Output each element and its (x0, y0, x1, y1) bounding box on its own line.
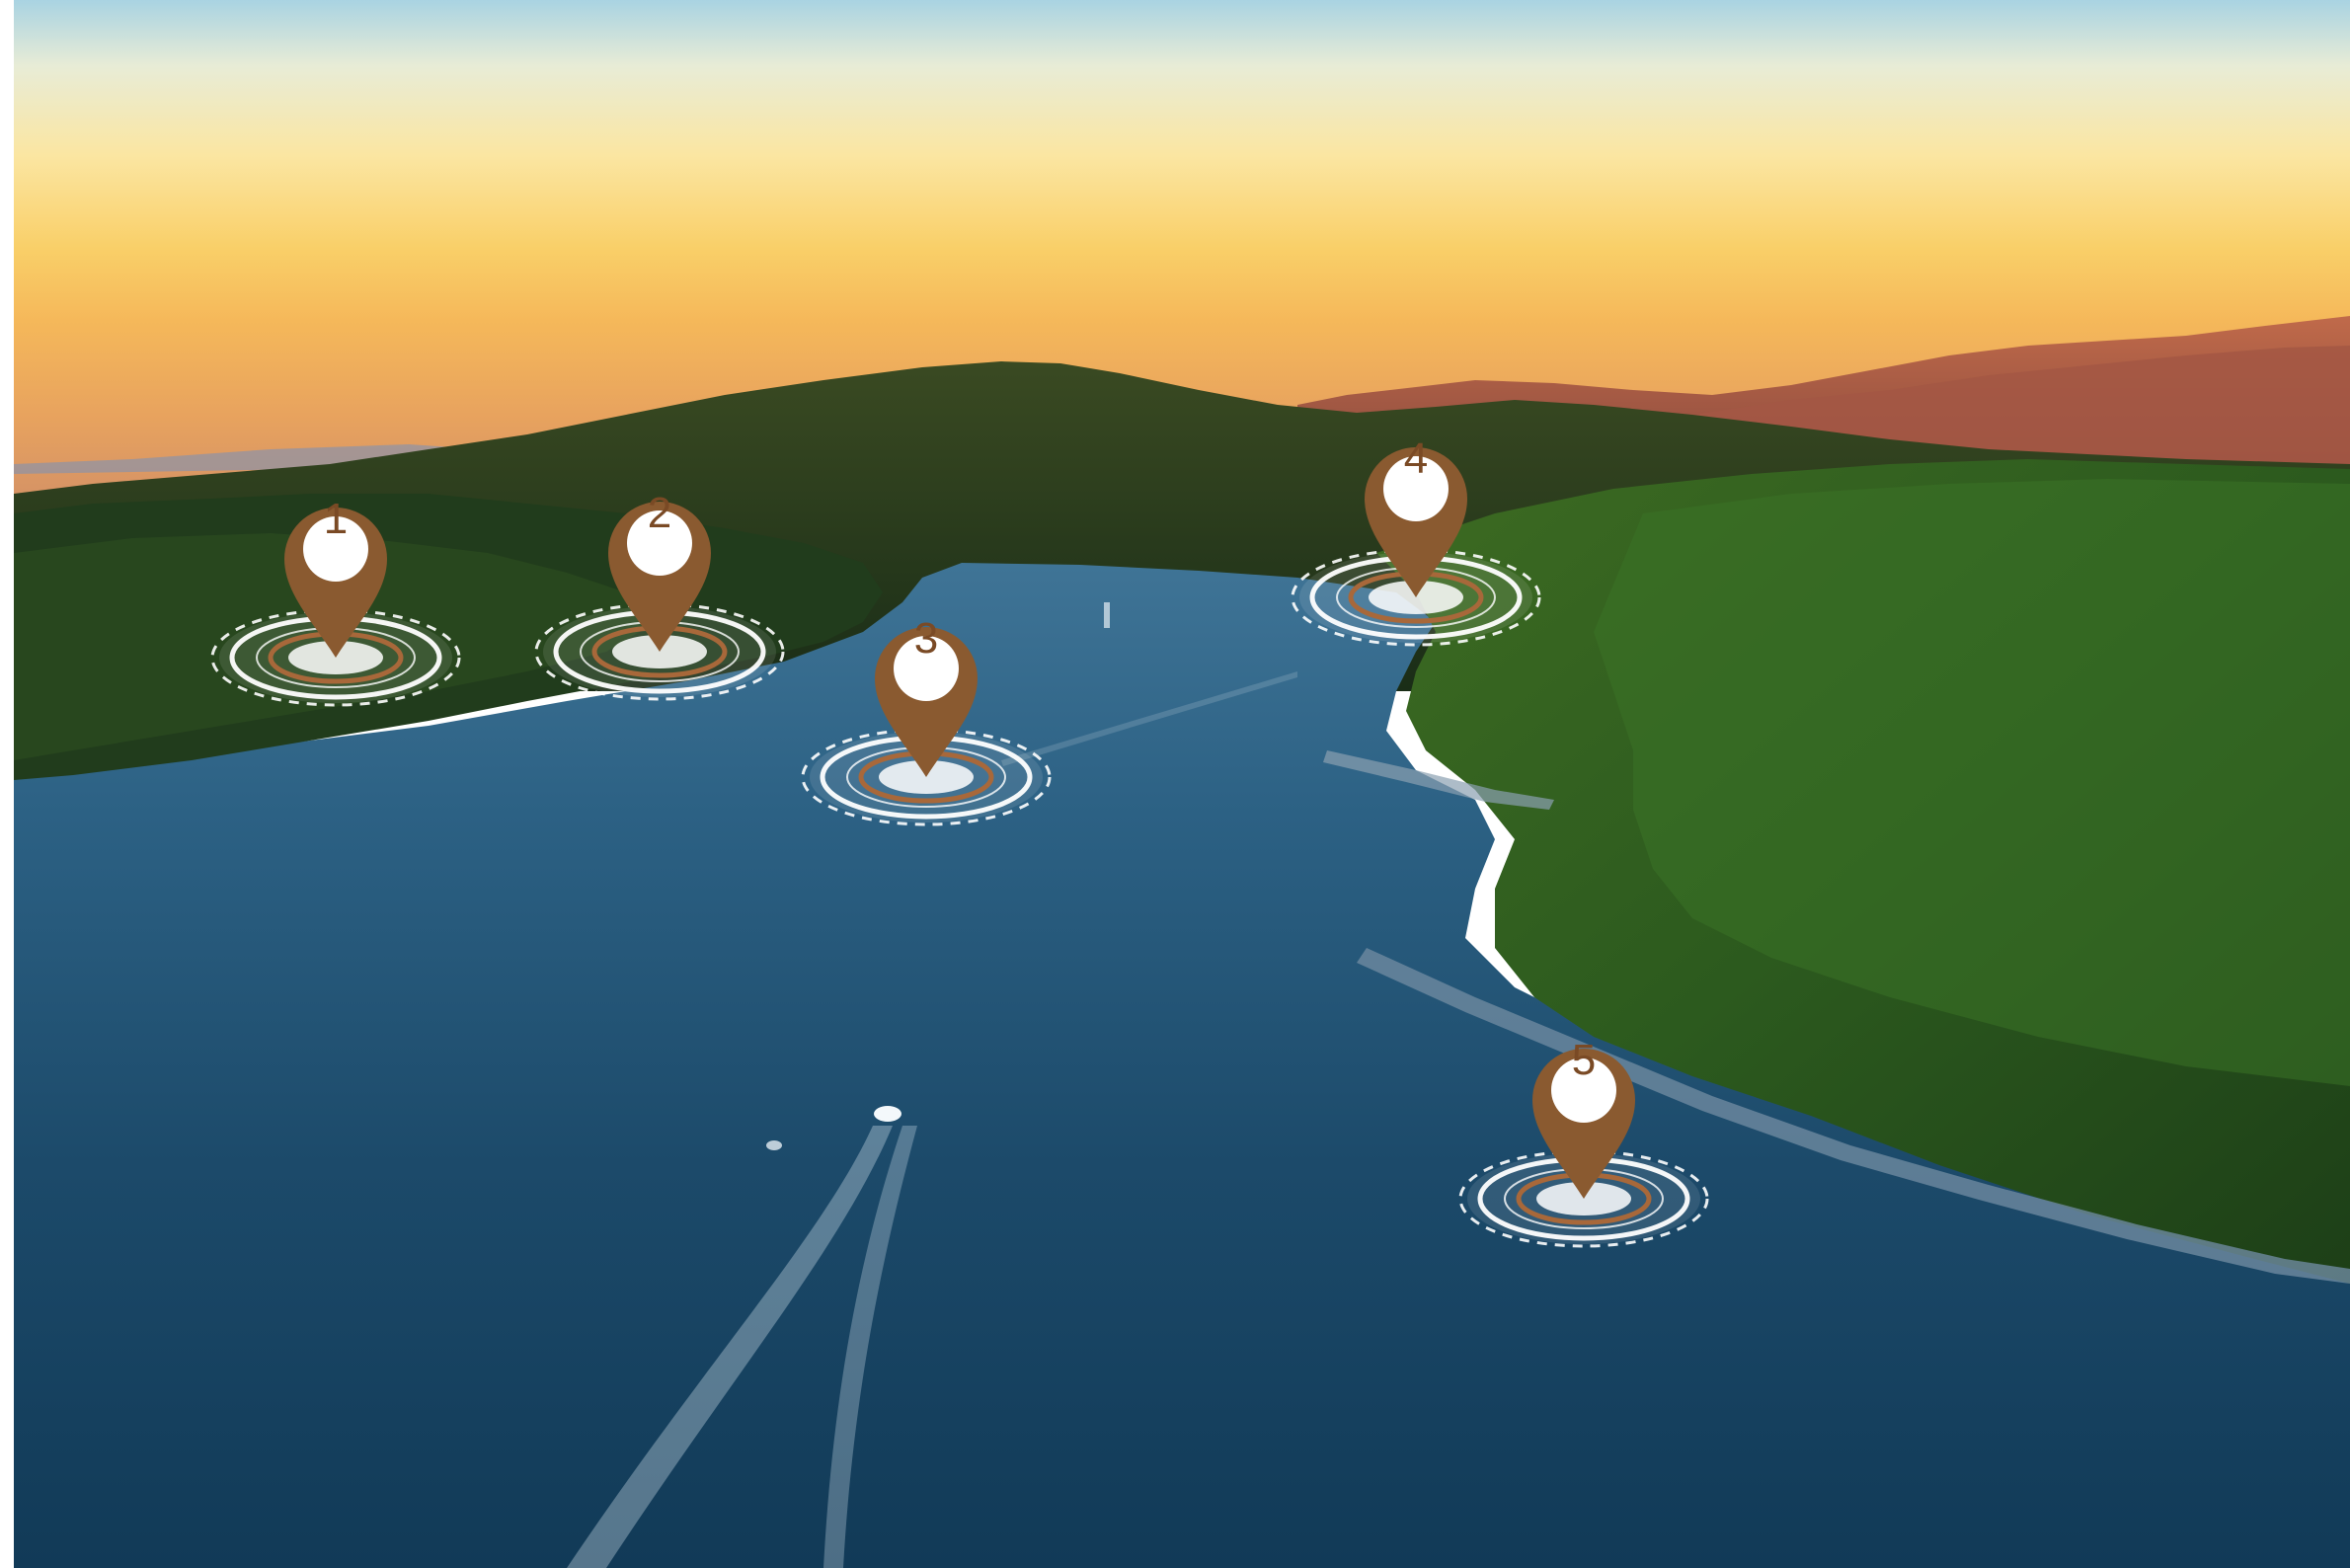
marker-label-1: 1 (323, 495, 349, 543)
location-marker-2[interactable]: 2 (521, 449, 798, 706)
marker-label-5: 5 (1571, 1036, 1597, 1084)
lake-aerial-photo (14, 0, 2350, 1568)
location-marker-5[interactable]: 5 (1446, 996, 1722, 1253)
marker-label-2: 2 (647, 489, 672, 537)
location-marker-3[interactable]: 3 (788, 575, 1064, 831)
location-marker-1[interactable]: 1 (197, 455, 474, 712)
lake-aerial-map: 1 2 3 4 5 (14, 0, 2350, 1568)
marker-label-4: 4 (1403, 434, 1429, 483)
location-marker-4[interactable]: 4 (1278, 395, 1554, 652)
marker-label-3: 3 (913, 614, 939, 663)
